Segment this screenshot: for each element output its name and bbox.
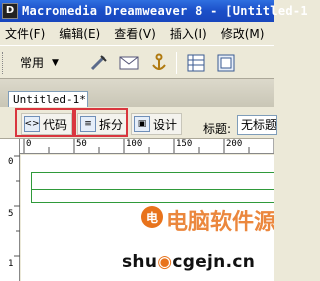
h-tick-label: 100 (126, 139, 143, 149)
menu-insert[interactable]: 插入(I) (165, 25, 212, 42)
watermark-url-suffix: cgejn.cn (172, 252, 256, 272)
watermark-url: shu◉cgejn.cn (122, 252, 274, 276)
design-view-button[interactable]: ▣ 设计 (131, 113, 183, 135)
toolbar-grip[interactable] (2, 51, 5, 74)
design-view-label: 设计 (153, 117, 178, 132)
watermark-dot-icon: ◉ (157, 252, 173, 272)
watermark-logo: 电 电脑软件源 (141, 206, 274, 235)
watermark-brand: 电脑软件源 (166, 209, 274, 235)
menu-edit[interactable]: 编辑(E) (54, 25, 105, 42)
h-tick-label: 50 (76, 139, 87, 149)
layer-icon[interactable] (215, 52, 237, 74)
h-tick-label: 150 (176, 139, 193, 149)
email-link-icon[interactable] (118, 52, 140, 74)
menu-modify[interactable]: 修改(M) (216, 25, 270, 42)
guide-line-top (31, 172, 274, 173)
h-tick-label: 0 (26, 139, 32, 149)
guide-vertical (31, 172, 32, 202)
highlight-box-code (15, 108, 74, 137)
watermark-logo-glyph: 电 (146, 210, 158, 225)
watermark-url-prefix: shu (122, 252, 158, 272)
dropdown-arrow-icon: ▼ (52, 57, 59, 68)
highlight-box-split (74, 108, 128, 137)
document-tab[interactable]: Untitled-1* (8, 91, 88, 107)
hyperlink-icon[interactable] (88, 52, 110, 74)
title-input[interactable]: 无标题 (237, 115, 277, 135)
menu-bar: 文件(F) 编辑(E) 查看(V) 插入(I) 修改(M) (0, 22, 274, 46)
toolbar-separator (176, 51, 177, 74)
named-anchor-icon[interactable] (148, 52, 170, 74)
menu-view[interactable]: 查看(V) (109, 25, 161, 42)
table-icon[interactable] (185, 52, 207, 74)
title-label: 标题: (203, 122, 232, 136)
insert-category-label: 常用 (20, 56, 45, 70)
window-title: Macromedia Dreamweaver 8 - [Untitled-1 (22, 4, 308, 18)
guide-line-middle (31, 189, 274, 190)
v-ruler-ticks (14, 155, 20, 257)
dreamweaver-app-icon[interactable]: D (2, 3, 18, 19)
h-tick-label: 200 (226, 139, 243, 149)
horizontal-ruler[interactable]: 0 50 100 150 200 (20, 139, 274, 154)
insert-category-select[interactable]: 常用 ▼ (8, 54, 70, 71)
title-bar: D Macromedia Dreamweaver 8 - [Untitled-1 (0, 0, 308, 22)
vertical-ruler[interactable]: 0 5 1 (0, 139, 20, 281)
document-tab-strip: Untitled-1* (0, 79, 274, 107)
menu-file[interactable]: 文件(F) (0, 25, 50, 42)
insert-toolbar: 常用 ▼ (0, 47, 274, 79)
design-view-icon: ▣ (134, 116, 150, 132)
document-toolbar: <> 代码 ≡ 拆分 ▣ 设计 标题: 无标题 (0, 107, 277, 139)
